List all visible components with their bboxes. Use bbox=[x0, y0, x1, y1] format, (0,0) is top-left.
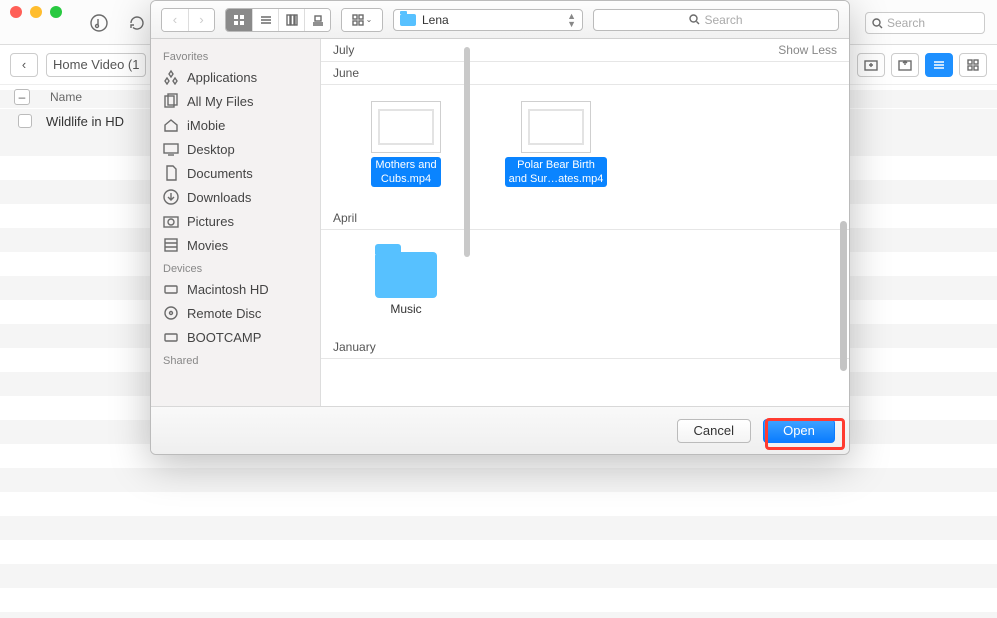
sidebar-item-label: Applications bbox=[187, 70, 257, 85]
app-search-placeholder: Search bbox=[887, 16, 925, 30]
sidebar-item-macintosh-hd[interactable]: Macintosh HD bbox=[151, 277, 320, 301]
file-label: Polar Bear Birthand Sur…ates.mp4 bbox=[505, 157, 608, 187]
sidebar-header-shared: Shared bbox=[151, 349, 320, 369]
chevron-updown-icon: ▲▼ bbox=[567, 12, 576, 28]
sidebar-item-label: Movies bbox=[187, 238, 228, 253]
location-popup[interactable]: Lena ▲▼ bbox=[393, 9, 583, 31]
back-button[interactable]: ‹ bbox=[10, 53, 38, 77]
sidebar-item-downloads[interactable]: Downloads bbox=[151, 185, 320, 209]
sidebar-item-label: Documents bbox=[187, 166, 253, 181]
camera-icon bbox=[163, 213, 179, 229]
desktop-icon bbox=[163, 141, 179, 157]
file-item[interactable]: Music bbox=[351, 246, 461, 316]
icon-view-button[interactable] bbox=[226, 9, 252, 31]
refresh-icon[interactable] bbox=[128, 14, 146, 32]
sidebar-item-documents[interactable]: Documents bbox=[151, 161, 320, 185]
folder-icon bbox=[400, 14, 416, 26]
section-title: June bbox=[333, 66, 359, 80]
sidebar-item-label: Downloads bbox=[187, 190, 251, 205]
open-label: Open bbox=[783, 423, 815, 438]
section-title: January bbox=[333, 340, 376, 354]
close-window-icon[interactable] bbox=[10, 6, 22, 18]
list-view-toggle[interactable] bbox=[925, 53, 953, 77]
sidebar-item-movies[interactable]: Movies bbox=[151, 233, 320, 257]
sidebar-item-label: Remote Disc bbox=[187, 306, 261, 321]
open-file-dialog: ‹ › ⌄ Lena ▲▼ Search Favorites Applicati… bbox=[150, 0, 850, 455]
sidebar-item-pictures[interactable]: Pictures bbox=[151, 209, 320, 233]
hdd-icon bbox=[163, 281, 179, 297]
dialog-search-input[interactable]: Search bbox=[593, 9, 839, 31]
file-label: Music bbox=[390, 302, 421, 316]
grid-view-toggle[interactable] bbox=[959, 53, 987, 77]
sidebar-item-label: iMobie bbox=[187, 118, 225, 133]
row-checkbox[interactable] bbox=[18, 114, 32, 128]
coverflow-view-button[interactable] bbox=[304, 9, 330, 31]
minimize-window-icon[interactable] bbox=[30, 6, 42, 18]
section-title: April bbox=[333, 211, 357, 225]
disc-icon bbox=[163, 305, 179, 321]
sidebar-item-allfiles[interactable]: All My Files bbox=[151, 89, 320, 113]
view-switch[interactable] bbox=[225, 8, 331, 32]
cancel-button[interactable]: Cancel bbox=[677, 419, 751, 443]
zoom-window-icon[interactable] bbox=[50, 6, 62, 18]
search-icon bbox=[872, 18, 883, 29]
sidebar-item-bootcamp[interactable]: BOOTCAMP bbox=[151, 325, 320, 349]
nav-back-forward[interactable]: ‹ › bbox=[161, 8, 215, 32]
sidebar-item-label: BOOTCAMP bbox=[187, 330, 261, 345]
column-header-name[interactable]: Name bbox=[50, 90, 82, 104]
column-view-button[interactable] bbox=[278, 9, 304, 31]
sidebar-item-remote-disc[interactable]: Remote Disc bbox=[151, 301, 320, 325]
sidebar-item-label: All My Files bbox=[187, 94, 253, 109]
sidebar-scrollbar[interactable] bbox=[464, 47, 470, 257]
sidebar-item-desktop[interactable]: Desktop bbox=[151, 137, 320, 161]
doc-icon bbox=[163, 165, 179, 181]
sidebar-header-devices: Devices bbox=[151, 257, 320, 277]
video-thumb-icon bbox=[371, 101, 441, 153]
video-thumb-icon bbox=[521, 101, 591, 153]
sidebar-item-label: Macintosh HD bbox=[187, 282, 269, 297]
import-icon[interactable] bbox=[857, 53, 885, 77]
home-icon bbox=[163, 117, 179, 133]
file-item[interactable]: Mothers andCubs.mp4 bbox=[351, 101, 461, 187]
hdd-icon bbox=[163, 329, 179, 345]
list-view-button[interactable] bbox=[252, 9, 278, 31]
section-header: April bbox=[321, 207, 849, 230]
sidebar-item-label: Pictures bbox=[187, 214, 234, 229]
arrange-button[interactable]: ⌄ bbox=[342, 9, 382, 31]
sidebar-header-favorites: Favorites bbox=[151, 45, 320, 65]
breadcrumb-label: Home Video (1 bbox=[53, 57, 139, 72]
cancel-label: Cancel bbox=[694, 423, 734, 438]
section-title: July bbox=[333, 43, 354, 57]
movie-icon bbox=[163, 237, 179, 253]
folder-icon bbox=[375, 252, 437, 298]
sidebar-item-label: Desktop bbox=[187, 142, 235, 157]
item-title: Wildlife in HD bbox=[46, 114, 124, 129]
section-header: January bbox=[321, 336, 849, 359]
breadcrumb-button[interactable]: Home Video (1 bbox=[46, 53, 146, 77]
section-header: July Show Less bbox=[321, 39, 849, 62]
section-header: June bbox=[321, 62, 849, 85]
location-label: Lena bbox=[422, 13, 449, 27]
content-scrollbar[interactable] bbox=[840, 51, 847, 404]
file-label: Mothers andCubs.mp4 bbox=[371, 157, 440, 187]
files-icon bbox=[163, 93, 179, 109]
sidebar-item-applications[interactable]: Applications bbox=[151, 65, 320, 89]
dialog-search-placeholder: Search bbox=[704, 13, 742, 27]
window-traffic-lights[interactable] bbox=[10, 6, 62, 18]
search-icon bbox=[689, 14, 700, 25]
apps-icon bbox=[163, 69, 179, 85]
open-button[interactable]: Open bbox=[763, 419, 835, 443]
show-less-link[interactable]: Show Less bbox=[778, 43, 837, 57]
download-icon bbox=[163, 189, 179, 205]
app-search-input[interactable]: Search bbox=[865, 12, 985, 34]
nav-forward-button[interactable]: › bbox=[188, 9, 214, 31]
export-icon[interactable] bbox=[891, 53, 919, 77]
sidebar-item-home[interactable]: iMobie bbox=[151, 113, 320, 137]
arrange-menu[interactable]: ⌄ bbox=[341, 8, 383, 32]
nav-back-button[interactable]: ‹ bbox=[162, 9, 188, 31]
dialog-content: July Show Less June Mothers andCubs.mp4 … bbox=[321, 39, 849, 406]
dialog-sidebar: Favorites Applications All My Files iMob… bbox=[151, 39, 321, 406]
music-note-icon[interactable] bbox=[90, 14, 108, 32]
file-item[interactable]: Polar Bear Birthand Sur…ates.mp4 bbox=[501, 101, 611, 187]
